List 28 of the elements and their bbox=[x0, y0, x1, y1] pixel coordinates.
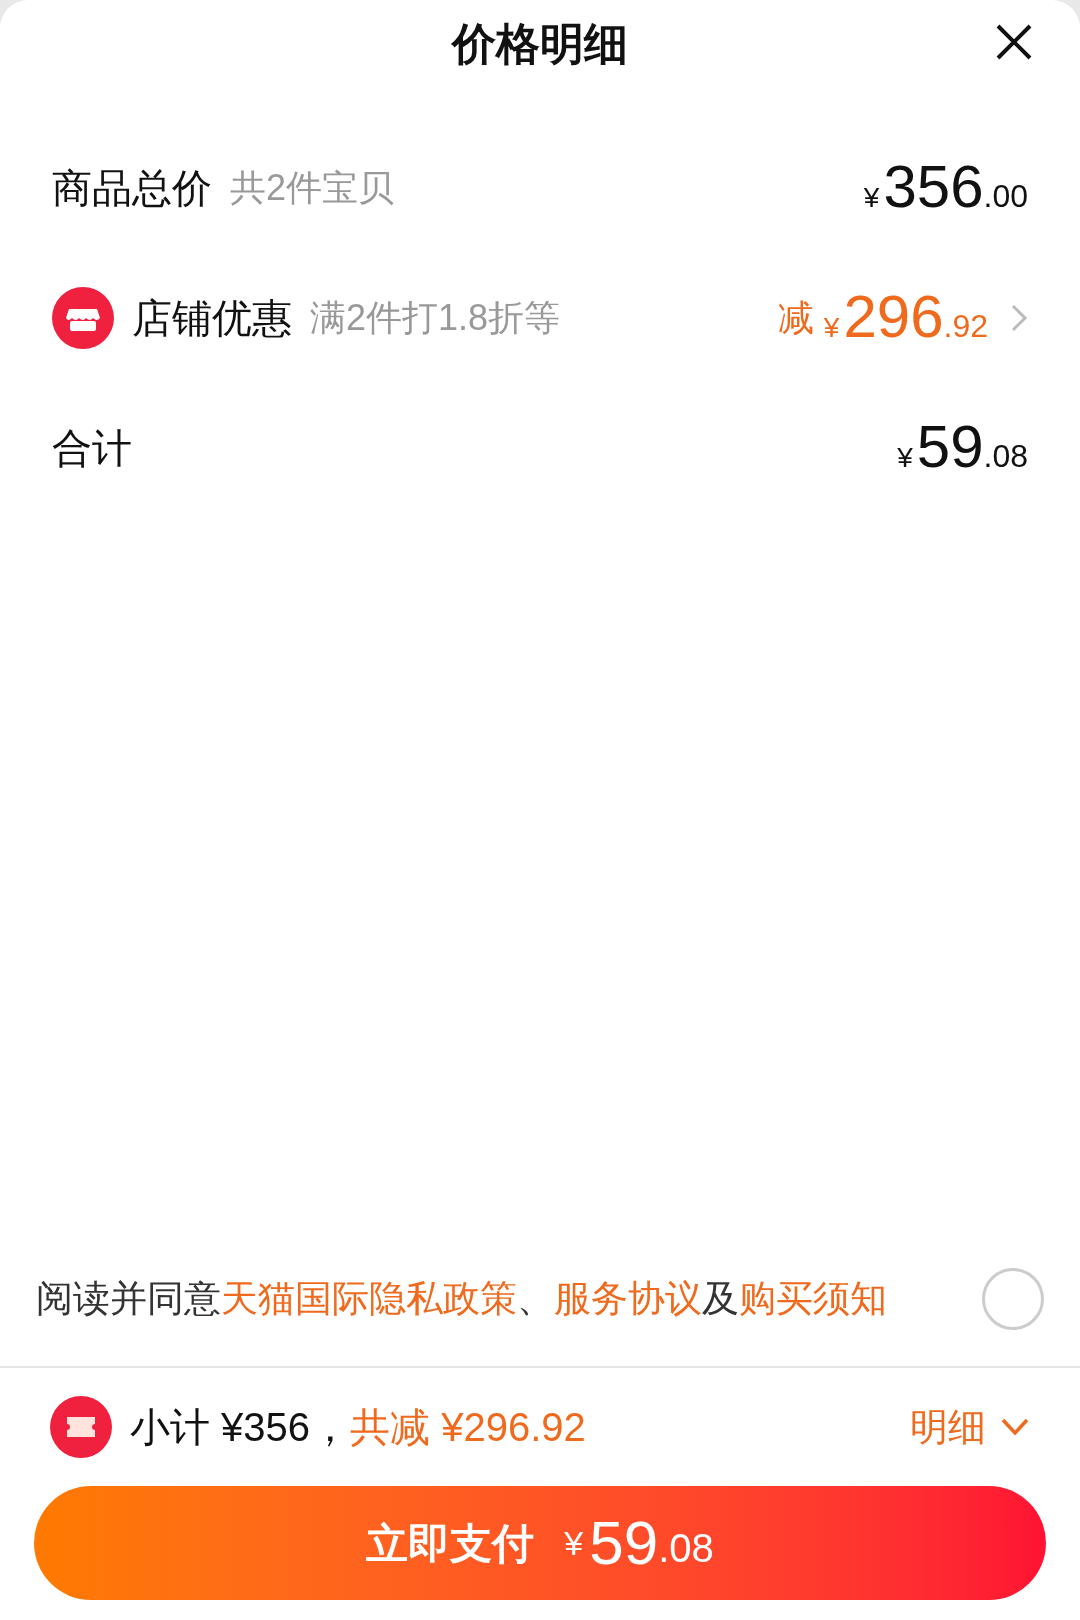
price-integer: 59 bbox=[916, 416, 984, 477]
policy-link[interactable]: 服务协议 bbox=[554, 1278, 702, 1320]
price-decimal: .92 bbox=[943, 306, 988, 346]
row-note: 共2件宝贝 bbox=[230, 166, 395, 210]
price-decimal: .08 bbox=[983, 436, 1028, 476]
saving-text: 共减 ¥296.92 bbox=[350, 1404, 586, 1451]
ticket-icon bbox=[50, 1396, 112, 1458]
row-label: 合计 bbox=[52, 425, 132, 472]
subtotal-text: 小计 ¥356， bbox=[130, 1404, 351, 1451]
sheet-title: 价格明细 bbox=[452, 18, 628, 70]
row-label: 店铺优惠 bbox=[132, 295, 292, 342]
pay-button[interactable]: 立即支付 ¥59.08 bbox=[34, 1486, 1046, 1600]
currency-symbol: ¥ bbox=[897, 440, 913, 475]
currency-symbol: ¥ bbox=[823, 310, 840, 345]
row-label: 商品总价 bbox=[52, 165, 212, 212]
chevron-right-icon bbox=[1010, 303, 1028, 333]
row-note: 满2件打1.8折等 bbox=[310, 296, 561, 340]
agreement-text: 阅读并同意天猫国际隐私政策、服务协议及购买须知 bbox=[36, 1277, 887, 1322]
chevron-down-icon bbox=[1000, 1417, 1030, 1437]
store-icon bbox=[52, 287, 114, 349]
currency-symbol: ¥ bbox=[863, 180, 880, 215]
price-integer: 356 bbox=[883, 156, 984, 217]
policy-link[interactable]: 天猫国际隐私政策 bbox=[221, 1278, 517, 1320]
details-toggle[interactable]: 明细 bbox=[910, 1398, 1030, 1456]
policy-link[interactable]: 购买须知 bbox=[739, 1278, 887, 1320]
discount-prefix: 减 bbox=[777, 296, 814, 340]
price-integer: 296 bbox=[843, 286, 944, 347]
price-decimal: .00 bbox=[983, 176, 1028, 216]
